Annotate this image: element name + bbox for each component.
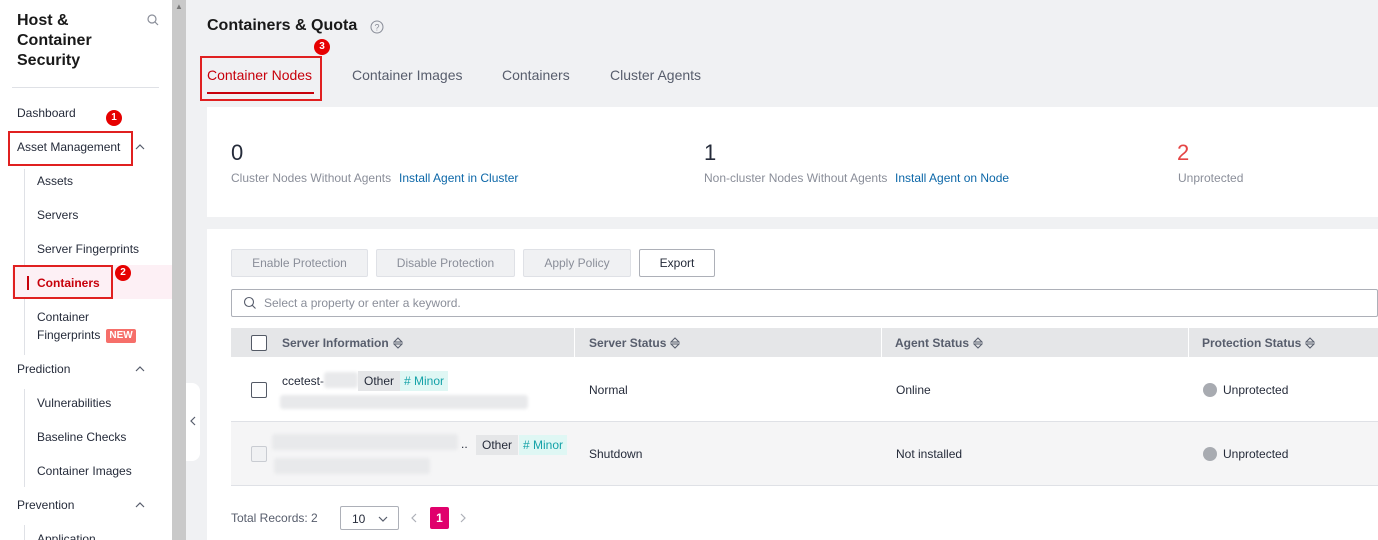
sort-icon	[670, 337, 681, 349]
submenu-line	[24, 389, 25, 487]
svg-text:?: ?	[374, 23, 379, 33]
annotation-box-asset-management	[8, 131, 133, 166]
new-badge: NEW	[106, 329, 136, 343]
total-records: Total Records: 2	[231, 511, 318, 525]
search-icon[interactable]	[146, 13, 160, 27]
stat-label: Unprotected	[1178, 171, 1244, 185]
column-header-server-information[interactable]: Server Information	[282, 336, 403, 350]
chevron-up-icon[interactable]	[133, 140, 147, 154]
prev-page-icon[interactable]	[410, 512, 418, 524]
annotation-marker: 1	[106, 110, 122, 126]
submenu-line	[24, 525, 25, 540]
app-title: Host & Container Security	[17, 12, 92, 69]
sort-icon	[1305, 337, 1316, 349]
sidebar-item-baseline-checks[interactable]: Baseline Checks	[37, 428, 126, 446]
server-name[interactable]: ccetest-	[282, 374, 324, 388]
scroll-up-arrow-icon[interactable]: ▲	[175, 2, 183, 11]
sidebar-item-servers[interactable]: Servers	[37, 206, 78, 224]
sidebar-item-container-images[interactable]: Container Images	[37, 462, 132, 480]
column-label: Agent Status	[895, 336, 970, 350]
column-separator	[574, 328, 575, 357]
column-separator	[1188, 328, 1189, 357]
redacted-text	[280, 395, 528, 409]
sidebar-item-prevention[interactable]: Prevention	[17, 495, 74, 515]
server-name[interactable]: ..	[461, 437, 468, 451]
tag-minor: # Minor	[519, 435, 568, 455]
server-status: Shutdown	[589, 447, 643, 461]
enable-protection-button[interactable]: Enable Protection	[231, 249, 368, 277]
sidebar-item-application[interactable]: Application	[37, 530, 96, 540]
annotation-marker: 2	[115, 265, 131, 281]
install-agent-cluster-link[interactable]: Install Agent in Cluster	[399, 171, 518, 185]
stat-label: Cluster Nodes Without Agents	[231, 171, 392, 185]
sidebar-item-assets[interactable]: Assets	[37, 172, 73, 190]
stat-value: 1	[704, 140, 717, 165]
search-icon	[243, 296, 256, 309]
tag-other: Other	[358, 371, 401, 391]
next-page-icon[interactable]	[459, 512, 467, 524]
tag-minor: # Minor	[400, 371, 449, 391]
sort-icon	[973, 337, 984, 349]
stat-value: 0	[231, 140, 244, 165]
sidebar-item-dashboard[interactable]: Dashboard	[17, 103, 76, 123]
search-bar[interactable]	[231, 289, 1378, 317]
disable-protection-button[interactable]: Disable Protection	[376, 249, 515, 277]
search-input[interactable]	[264, 293, 864, 313]
row-checkbox[interactable]	[251, 446, 267, 462]
column-separator	[881, 328, 882, 357]
sidebar-divider	[12, 87, 159, 88]
select-all-checkbox[interactable]	[251, 335, 267, 351]
column-label: Server Status	[589, 336, 667, 350]
redacted-text	[272, 434, 458, 450]
protection-status: Unprotected	[1223, 383, 1289, 397]
summary-card	[207, 107, 1378, 217]
column-header-server-status[interactable]: Server Status	[589, 336, 681, 350]
redacted-text	[274, 458, 430, 474]
status-dot-icon	[1203, 383, 1217, 397]
install-agent-node-link[interactable]: Install Agent on Node	[895, 171, 1009, 185]
page-number-current[interactable]: 1	[430, 507, 449, 529]
sidebar-item-label: Container Fingerprints	[37, 310, 101, 342]
redacted-text	[324, 372, 358, 388]
column-header-agent-status[interactable]: Agent Status	[895, 336, 984, 350]
page-size-value: 10	[352, 512, 366, 526]
export-button[interactable]: Export	[639, 249, 715, 277]
page-size-select[interactable]: 10	[340, 506, 399, 530]
column-label: Protection Status	[1202, 336, 1302, 350]
submenu-line	[24, 169, 25, 355]
tab-cluster-agents[interactable]: Cluster Agents	[610, 67, 701, 83]
sidebar-item-prediction[interactable]: Prediction	[17, 359, 70, 379]
column-label: Server Information	[282, 336, 389, 350]
help-icon[interactable]: ?	[370, 20, 384, 34]
annotation-marker: 3	[314, 39, 330, 55]
annotation-box-tab	[200, 56, 322, 101]
sidebar-item-server-fingerprints[interactable]: Server Fingerprints	[37, 240, 139, 258]
sidebar-collapse-handle[interactable]	[186, 383, 200, 461]
sidebar-scrollbar[interactable]	[172, 0, 186, 540]
row-divider	[231, 485, 1378, 486]
stat-value: 2	[1177, 140, 1190, 165]
tag-other: Other	[476, 435, 519, 455]
column-header-protection-status[interactable]: Protection Status	[1202, 336, 1316, 350]
agent-status: Online	[896, 383, 931, 397]
stat-label: Non-cluster Nodes Without Agents	[704, 171, 888, 185]
page-title: Containers & Quota	[207, 17, 358, 34]
chevron-up-icon[interactable]	[133, 498, 147, 512]
tab-containers[interactable]: Containers	[502, 67, 570, 83]
annotation-box-containers	[13, 265, 113, 299]
agent-status: Not installed	[896, 447, 963, 461]
server-status: Normal	[589, 383, 628, 397]
row-checkbox[interactable]	[251, 382, 267, 398]
apply-policy-button[interactable]: Apply Policy	[523, 249, 631, 277]
chevron-down-icon	[378, 516, 388, 522]
status-dot-icon	[1203, 447, 1217, 461]
sidebar-item-container-fingerprints[interactable]: Container Fingerprints NEW	[37, 308, 147, 344]
chevron-up-icon[interactable]	[133, 362, 147, 376]
sort-icon	[392, 337, 403, 349]
protection-status: Unprotected	[1223, 447, 1289, 461]
tab-container-images[interactable]: Container Images	[352, 67, 463, 83]
chevron-left-icon	[190, 416, 196, 426]
sidebar-item-vulnerabilities[interactable]: Vulnerabilities	[37, 394, 111, 412]
